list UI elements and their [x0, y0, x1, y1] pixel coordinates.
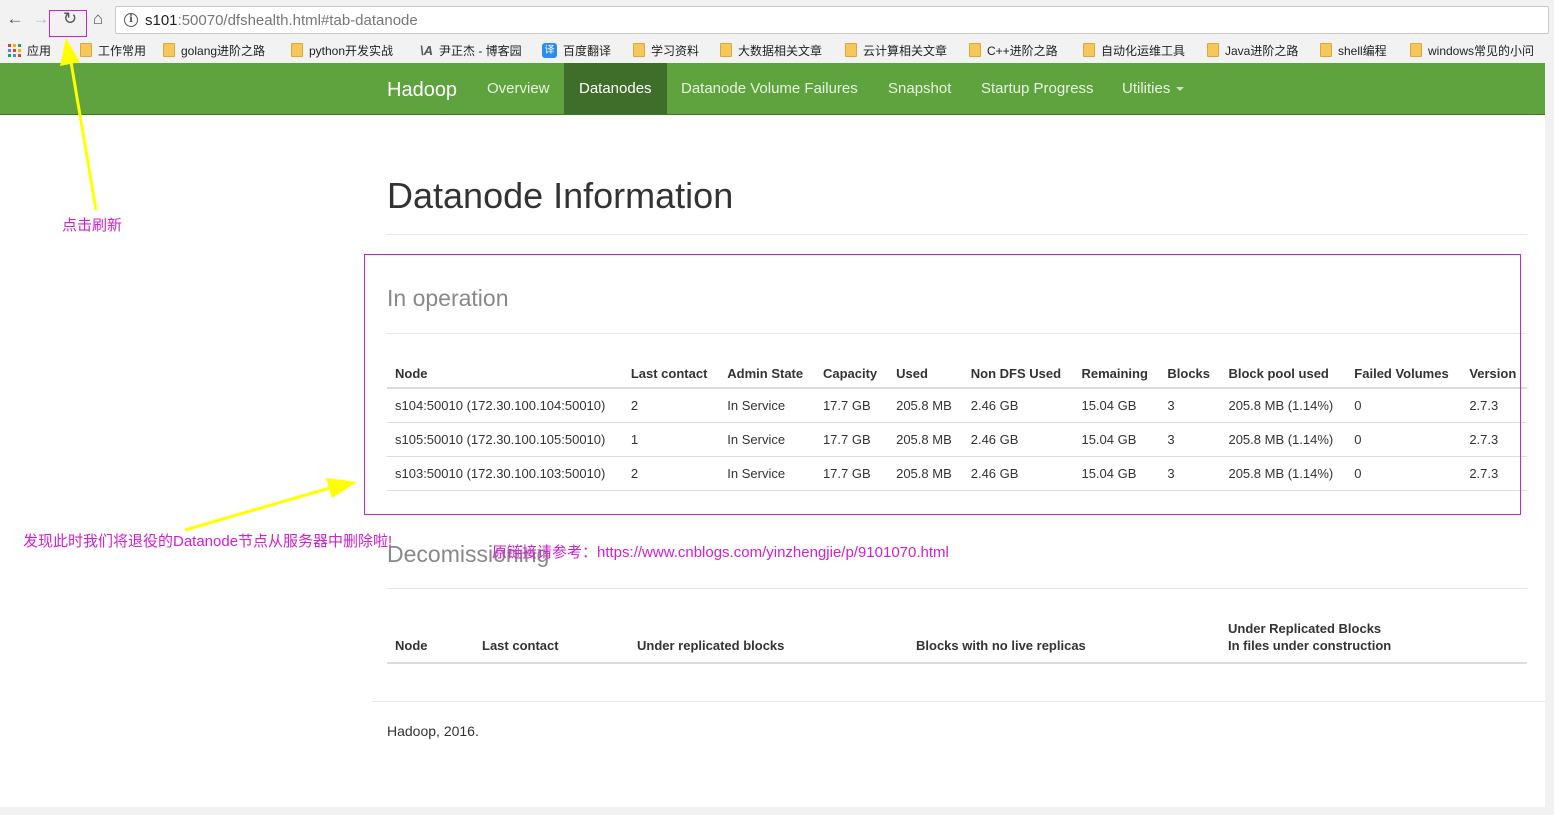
browser-toolbar: ← → ↻ ⌂ i s101:50070/dfshealth.html#tab-…: [0, 0, 1554, 38]
bookmark-cloud[interactable]: 云计算相关文章: [845, 42, 947, 58]
address-bar[interactable]: i s101:50070/dfshealth.html#tab-datanode: [115, 6, 1549, 34]
translate-icon: 译: [542, 42, 557, 58]
bookmark-label: windows常见的小问: [1428, 43, 1535, 58]
col-under-construction[interactable]: Under Replicated Blocks In files under co…: [1220, 611, 1527, 664]
folder-icon: [291, 43, 303, 57]
nav-datanodes[interactable]: Datanodes: [564, 63, 667, 114]
bookmark-label: C++进阶之路: [987, 43, 1058, 58]
bookmark-translate[interactable]: 译 百度翻译: [542, 42, 611, 58]
bookmarks-bar: 应用 工作常用 golang进阶之路 python开发实战 \A 尹正杰 - 博…: [0, 38, 1554, 63]
nav-overview[interactable]: Overview: [472, 63, 565, 114]
in-operation-highlight-box: [364, 254, 1521, 515]
bookmark-apps[interactable]: 应用: [8, 42, 51, 58]
source-note: 原链接请参考：https://www.cnblogs.com/yinzhengj…: [492, 544, 949, 561]
bookmark-ops[interactable]: 自动化运维工具: [1083, 42, 1185, 58]
col-under-construction-line1: Under Replicated Blocks: [1228, 621, 1382, 636]
bookmark-golang[interactable]: golang进阶之路: [163, 42, 265, 58]
blog-icon: \A: [420, 42, 433, 58]
bookmark-label: python开发实战: [309, 43, 394, 58]
divider: [387, 234, 1527, 235]
bookmark-label: golang进阶之路: [181, 43, 266, 58]
bookmark-label: 学习资料: [651, 43, 700, 58]
bookmark-study[interactable]: 学习资料: [633, 42, 699, 58]
bookmark-shell[interactable]: shell编程: [1320, 42, 1387, 58]
col-no-live-replicas[interactable]: Blocks with no live replicas: [908, 611, 1220, 664]
bookmark-label: 大数据相关文章: [738, 43, 823, 58]
home-icon[interactable]: ⌂: [88, 9, 108, 29]
forward-arrow-icon[interactable]: →: [31, 9, 51, 29]
bookmark-blog[interactable]: \A 尹正杰 - 博客园: [420, 42, 522, 58]
back-arrow-icon[interactable]: ←: [5, 9, 25, 29]
nav-startup-progress[interactable]: Startup Progress: [966, 63, 1109, 114]
caret-down-icon: [1176, 87, 1185, 92]
divider: [387, 588, 1527, 589]
folder-icon: [845, 43, 857, 57]
folder-icon: [1083, 43, 1095, 57]
bookmark-label: 自动化运维工具: [1101, 43, 1186, 58]
bookmark-windows[interactable]: windows常见的小问: [1410, 42, 1534, 58]
refresh-highlight-box: [49, 10, 87, 37]
removed-note: 发现此时我们将退役的Datanode节点从服务器中删除啦!: [23, 533, 393, 550]
folder-icon: [720, 43, 732, 57]
col-under-construction-line2: In files under construction: [1228, 638, 1392, 653]
page-title: Datanode Information: [387, 175, 734, 216]
folder-icon: [1320, 43, 1332, 57]
nav-snapshot[interactable]: Snapshot: [873, 63, 966, 114]
bookmark-label: Java进阶之路: [1225, 43, 1299, 58]
url-text: s101:50070/dfshealth.html#tab-datanode: [145, 12, 418, 29]
apps-icon: [8, 43, 21, 57]
folder-icon: [1410, 43, 1422, 57]
nav-utilities[interactable]: Utilities: [1107, 63, 1199, 114]
folder-icon: [969, 43, 981, 57]
bookmark-work[interactable]: 工作常用: [80, 42, 146, 58]
bookmark-label: shell编程: [1338, 43, 1387, 58]
folder-icon: [80, 43, 92, 57]
bookmark-label: 百度翻译: [563, 43, 612, 58]
folder-icon: [163, 43, 175, 57]
col-under-replicated[interactable]: Under replicated blocks: [629, 611, 908, 664]
bookmark-python[interactable]: python开发实战: [291, 42, 393, 58]
brand[interactable]: Hadoop: [387, 79, 457, 102]
bookmark-bigdata[interactable]: 大数据相关文章: [720, 42, 822, 58]
bookmark-label: 云计算相关文章: [863, 43, 948, 58]
navbar: Hadoop Overview Datanodes Datanode Volum…: [0, 63, 1545, 115]
bookmark-cpp[interactable]: C++进阶之路: [969, 42, 1058, 58]
col-node[interactable]: Node: [387, 611, 474, 664]
folder-icon: [633, 43, 645, 57]
bookmark-label: 工作常用: [98, 43, 147, 58]
refresh-note: 点击刷新: [62, 217, 123, 234]
bookmark-label: 尹正杰 - 博客园: [439, 43, 522, 58]
bookmark-java[interactable]: Java进阶之路: [1207, 42, 1298, 58]
bookmark-label: 应用: [27, 43, 52, 58]
table-header-row: Node Last contact Under replicated block…: [387, 611, 1527, 664]
nav-utilities-label: Utilities: [1122, 80, 1171, 97]
footer: Hadoop, 2016.: [387, 723, 479, 739]
decomissioning-table: Node Last contact Under replicated block…: [387, 611, 1527, 664]
info-icon[interactable]: i: [124, 13, 138, 27]
footer-divider: [372, 701, 1545, 702]
col-last-contact[interactable]: Last contact: [474, 611, 629, 664]
nav-volume-failures[interactable]: Datanode Volume Failures: [666, 63, 873, 114]
folder-icon: [1207, 43, 1219, 57]
